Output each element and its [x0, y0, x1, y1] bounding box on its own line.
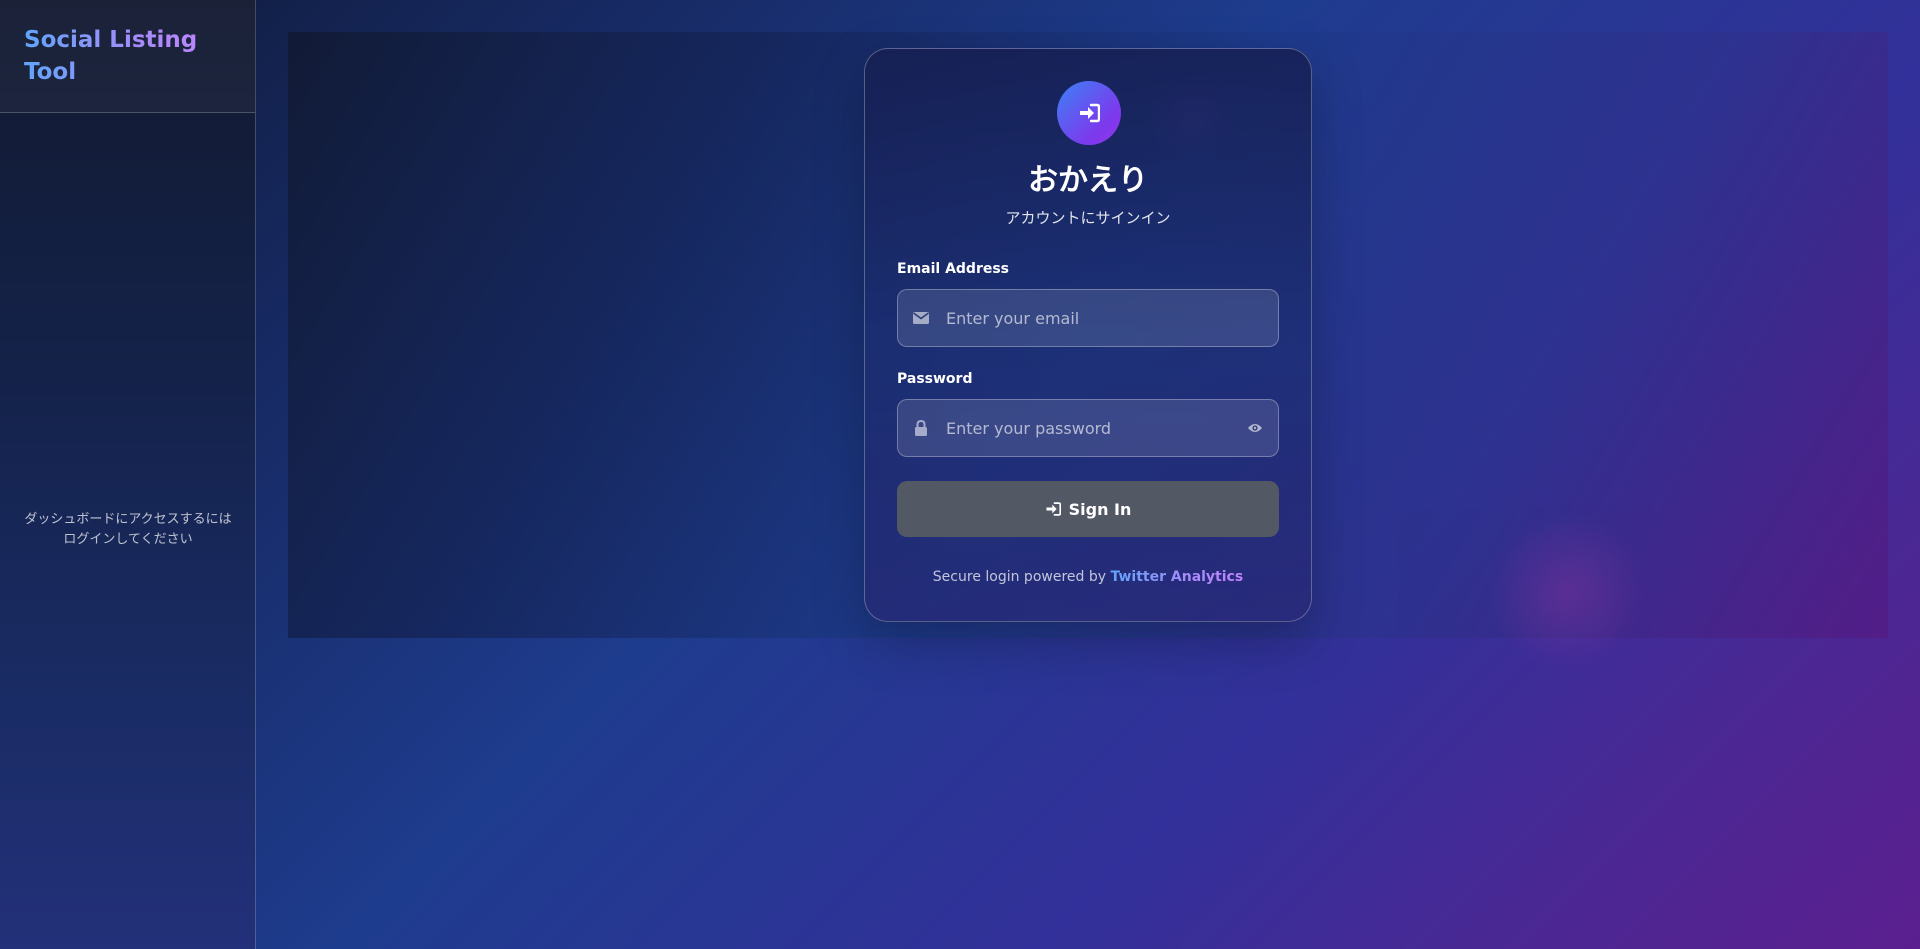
sign-in-label: Sign In: [1068, 499, 1132, 519]
sidebar-header: Social Listing Tool: [0, 0, 255, 113]
sign-in-button[interactable]: Sign In: [897, 481, 1279, 537]
sidebar-login-message: ダッシュボードにアクセスするにはログインしてください: [24, 512, 232, 547]
password-input[interactable]: [946, 400, 1246, 456]
eye-icon[interactable]: [1246, 419, 1264, 437]
twitter-analytics-link[interactable]: Twitter Analytics: [1110, 569, 1243, 585]
login-footer: Secure login powered by Twitter Analytic…: [865, 569, 1311, 585]
sidebar: Social Listing Tool ダッシュボードにアクセスするにはログイン…: [0, 0, 256, 949]
login-card: おかえり アカウントにサインイン Email Address Password: [864, 48, 1312, 622]
password-field-wrapper: [897, 399, 1279, 457]
password-label: Password: [897, 371, 973, 387]
decorative-glow: [1488, 512, 1648, 672]
email-input[interactable]: [946, 290, 1246, 346]
email-label: Email Address: [897, 261, 1010, 277]
sign-in-icon: [1046, 502, 1061, 516]
login-badge: [1057, 81, 1121, 145]
email-field-wrapper: [897, 289, 1279, 347]
login-subtitle: アカウントにサインイン: [1005, 209, 1171, 227]
footer-prefix: Secure login powered by: [932, 569, 1107, 585]
envelope-icon: [912, 309, 930, 327]
login-title: おかえり: [1028, 163, 1148, 198]
app-brand[interactable]: Social Listing Tool: [24, 24, 214, 88]
sign-in-icon: [1080, 103, 1100, 123]
lock-icon: [912, 419, 930, 437]
